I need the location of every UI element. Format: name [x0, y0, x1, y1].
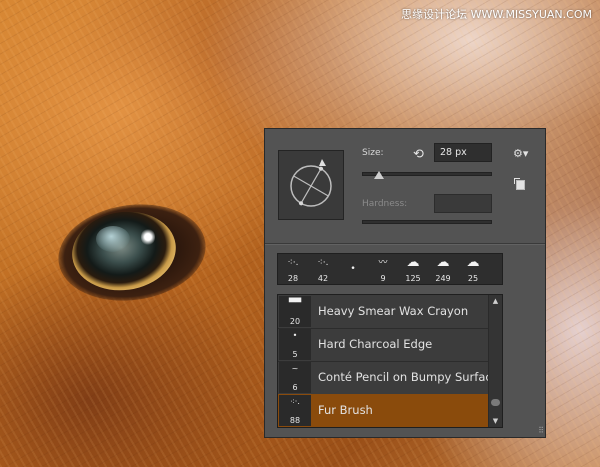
eye-highlight	[141, 228, 155, 246]
watermark: 思缘设计论坛 WWW.MISSYUAN.COM	[401, 8, 592, 21]
size-slider-thumb[interactable]	[373, 171, 384, 179]
brush-thumb[interactable]: •	[338, 254, 368, 284]
preset-name: Hard Charcoal Edge	[318, 337, 433, 351]
preset-row-selected[interactable]: ⁖·. 88 Fur Brush	[278, 394, 488, 427]
preset-thumbnail: ⁖·. 88	[279, 395, 311, 426]
brush-smear-icon: ~	[291, 364, 299, 373]
brush-stroke-icon: ⁖·.	[287, 258, 299, 268]
scroll-down-icon[interactable]: ▼	[489, 417, 502, 425]
brush-thumb[interactable]: ⁖·. 28	[278, 254, 308, 284]
preset-name: Conté Pencil on Bumpy Surfac	[318, 370, 492, 384]
preset-thumbnail: ▀▀ 20	[279, 296, 311, 327]
preset-thumbnail: ~ 6	[279, 362, 311, 393]
brush-texture-icon: ☁	[406, 255, 420, 270]
brush-stroke-icon: ⁖·.	[290, 397, 300, 406]
brush-thumb-size: 125	[405, 274, 421, 283]
eye-reflection	[96, 226, 130, 252]
brush-tip-preview[interactable]	[278, 150, 344, 220]
preset-row[interactable]: ~ 6 Conté Pencil on Bumpy Surfac	[278, 361, 492, 395]
brush-thumb-size: 25	[467, 274, 479, 283]
preset-size: 88	[289, 416, 301, 425]
hardness-slider[interactable]	[362, 220, 492, 224]
brush-thumb-size: 249	[435, 274, 451, 283]
recent-brush-strip: ⁖·. 28 ⁖·. 42 • 〰 9 ☁ 125 ☁ 249 ☁ 25	[277, 253, 503, 285]
brush-thumb[interactable]: ⁖·. 42	[308, 254, 338, 284]
brush-angle-icon	[290, 159, 332, 207]
brush-thumb[interactable]: ☁ 249	[428, 254, 458, 284]
brush-thumb[interactable]: 〰 9	[368, 254, 398, 284]
preset-name: Fur Brush	[318, 403, 373, 417]
hardness-field[interactable]	[434, 194, 492, 213]
preset-row[interactable]: • 5 Hard Charcoal Edge	[278, 328, 488, 362]
preset-size: 5	[292, 350, 298, 359]
brush-thumb-size: 42	[317, 274, 329, 283]
hardness-label: Hardness:	[362, 199, 408, 209]
brush-thumb-size: 9	[380, 274, 386, 283]
preset-thumbnail: • 5	[279, 329, 311, 360]
preset-list-scrollbar[interactable]: ▲ ▼	[488, 295, 502, 427]
brush-texture-icon: ☁	[436, 255, 450, 270]
preset-size: 20	[289, 317, 301, 326]
resize-grip-icon[interactable]: ⠿	[538, 426, 544, 435]
preset-name: Heavy Smear Wax Crayon	[318, 304, 469, 318]
brush-smear-icon: 〰	[378, 258, 388, 268]
panel-divider	[265, 243, 545, 245]
gear-icon[interactable]: ⚙▾	[513, 147, 528, 160]
reset-arrow-icon[interactable]: ⟲	[413, 148, 424, 162]
brush-thumb-size: 28	[287, 274, 299, 283]
brush-dot-icon: •	[292, 331, 298, 340]
brush-thumb[interactable]: ☁ 125	[398, 254, 428, 284]
brush-preset-panel: Size: ⟲ 28 px Hardness: ⚙▾ ⁖·. 28 ⁖·. 42…	[264, 128, 546, 438]
preset-size: 6	[292, 383, 298, 392]
size-field[interactable]: 28 px	[434, 143, 492, 162]
scroll-up-icon[interactable]: ▲	[489, 297, 502, 305]
brush-texture-icon: ☁	[466, 255, 480, 270]
brush-stroke-icon: ⁖·.	[317, 258, 329, 268]
brush-preset-list: ▀▀ 20 Heavy Smear Wax Crayon • 5 Hard Ch…	[277, 294, 503, 428]
brush-dot-icon: •	[350, 264, 356, 274]
brush-thumb[interactable]: ☁ 25	[458, 254, 488, 284]
new-preset-icon[interactable]	[514, 178, 525, 190]
preset-row[interactable]: ▀▀ 20 Heavy Smear Wax Crayon	[278, 295, 488, 329]
size-label: Size:	[362, 148, 384, 158]
scrollbar-thumb[interactable]	[491, 399, 500, 406]
brush-texture-icon: ▀▀	[288, 298, 302, 307]
